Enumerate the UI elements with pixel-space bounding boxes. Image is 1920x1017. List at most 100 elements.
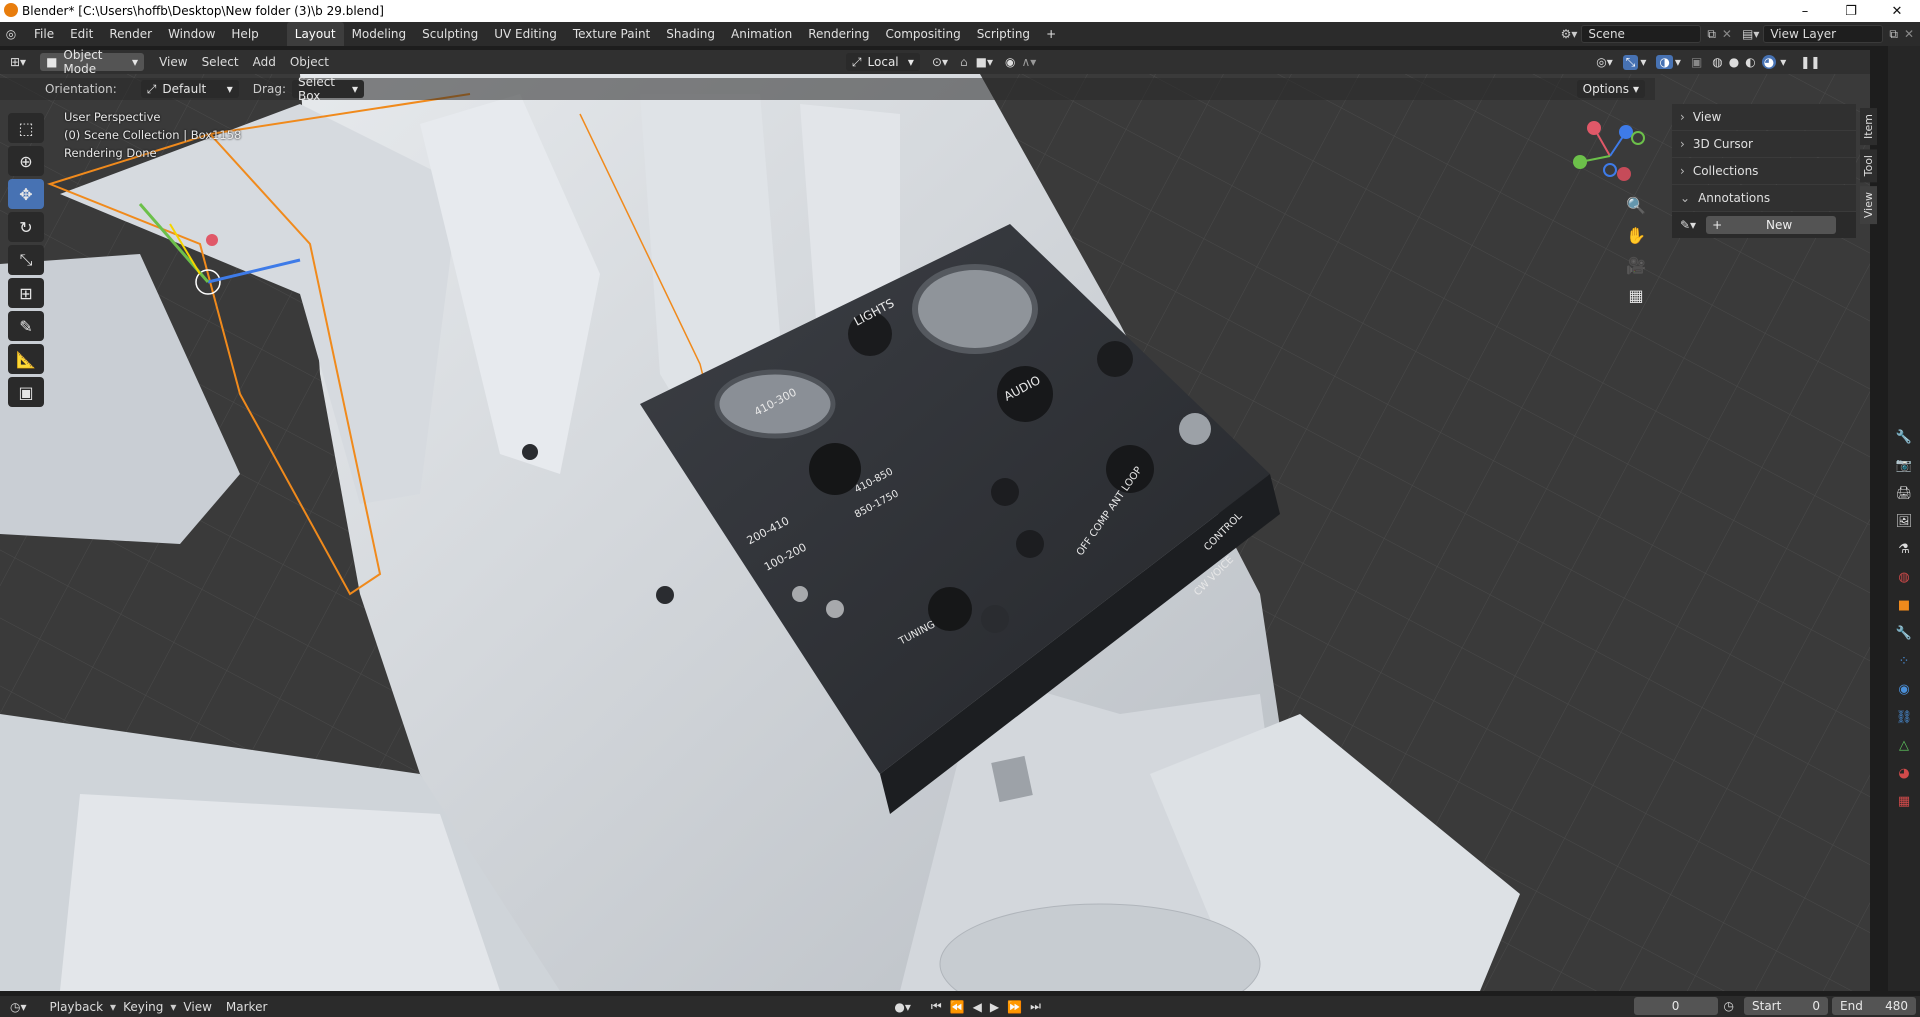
transform-orientation-dropdown[interactable]: ⤢ Local ▾ xyxy=(845,53,920,71)
scale-tool-icon[interactable]: ⤡ xyxy=(8,245,44,275)
view-layer-icon[interactable]: ▤▾ xyxy=(1742,27,1759,41)
menu-object[interactable]: Object xyxy=(283,55,336,69)
add-cube-tool-icon[interactable]: ▣ xyxy=(8,377,44,407)
clock-icon[interactable]: ◷ xyxy=(1724,999,1734,1013)
jump-key-back-icon[interactable]: ⏪ xyxy=(950,1000,965,1014)
solid-shading-icon[interactable]: ● xyxy=(1729,55,1739,69)
menu-timeline-view[interactable]: View xyxy=(176,1000,218,1014)
tab-uv-editing[interactable]: UV Editing xyxy=(486,22,565,46)
menu-help[interactable]: Help xyxy=(223,22,266,46)
data-properties-icon[interactable]: △ xyxy=(1893,734,1915,756)
tab-layout[interactable]: Layout xyxy=(286,22,344,46)
rendered-shading-icon[interactable]: ◕ xyxy=(1761,55,1777,69)
jump-start-icon[interactable]: ⏮ xyxy=(931,999,942,1014)
measure-tool-icon[interactable]: 📐 xyxy=(8,344,44,374)
gizmo-toggle-icon[interactable]: ⤡ xyxy=(1622,54,1639,70)
output-properties-icon[interactable]: 🖨 xyxy=(1893,482,1915,504)
jump-end-icon[interactable]: ⏭ xyxy=(1030,999,1041,1014)
move-tool-icon[interactable]: ✥ xyxy=(8,179,44,209)
world-properties-icon[interactable]: ◍ xyxy=(1893,566,1915,588)
menu-add[interactable]: Add xyxy=(246,55,283,69)
menu-render[interactable]: Render xyxy=(101,22,160,46)
snap-icon[interactable]: ⌂ xyxy=(960,55,968,69)
drag-dropdown[interactable]: Select Box ▾ xyxy=(291,75,364,103)
modifier-properties-icon[interactable]: 🔧 xyxy=(1893,622,1915,644)
menu-marker[interactable]: Marker xyxy=(219,1000,274,1014)
minimize-button[interactable]: – xyxy=(1782,0,1828,22)
menu-edit[interactable]: Edit xyxy=(62,22,101,46)
new-scene-icon[interactable]: ⧉ xyxy=(1707,27,1716,42)
tab-sculpting[interactable]: Sculpting xyxy=(414,22,486,46)
camera-view-icon[interactable]: 🎥 xyxy=(1622,252,1650,278)
tab-compositing[interactable]: Compositing xyxy=(877,22,968,46)
snap-target-icon[interactable]: ■▾ xyxy=(976,55,993,69)
visibility-icon[interactable]: ◎▾ xyxy=(1596,55,1613,69)
menu-select[interactable]: Select xyxy=(195,55,246,69)
panel-view[interactable]: › View xyxy=(1672,104,1856,130)
tool-properties-icon[interactable]: 🔧 xyxy=(1893,426,1915,448)
ortho-grid-icon[interactable]: ▦ xyxy=(1622,282,1650,308)
blender-menu-icon[interactable]: ◎ xyxy=(0,27,22,41)
orientation-dropdown[interactable]: ⤢ Default ▾ xyxy=(140,80,239,98)
viewport-3d[interactable]: LIGHTS AUDIO 410-300 200-410 100-200 410… xyxy=(0,74,1870,991)
play-icon[interactable]: ▶ xyxy=(990,1000,999,1014)
annotate-tool-icon[interactable]: ✎ xyxy=(8,311,44,341)
close-button[interactable]: ✕ xyxy=(1874,0,1920,22)
navigation-gizmo[interactable] xyxy=(1570,116,1660,196)
view-layer-field[interactable]: View Layer xyxy=(1763,25,1884,43)
start-frame-field[interactable]: Start 0 xyxy=(1744,997,1828,1015)
annotation-layer-icon[interactable]: ✎▾ xyxy=(1680,218,1696,232)
menu-keying[interactable]: Keying xyxy=(116,1000,170,1014)
gizmo-z-icon[interactable] xyxy=(1619,125,1633,139)
jump-key-forward-icon[interactable]: ⏩ xyxy=(1007,1000,1022,1014)
new-annotation-button[interactable]: + New xyxy=(1706,216,1837,234)
panel-3d-cursor[interactable]: › 3D Cursor xyxy=(1672,131,1856,157)
tab-scripting[interactable]: Scripting xyxy=(969,22,1038,46)
tab-shading[interactable]: Shading xyxy=(658,22,723,46)
play-reverse-icon[interactable]: ◀ xyxy=(973,1000,982,1014)
tab-texture-paint[interactable]: Texture Paint xyxy=(565,22,658,46)
new-view-layer-icon[interactable]: ⧉ xyxy=(1889,27,1898,42)
wireframe-shading-icon[interactable]: ◍ xyxy=(1712,55,1722,69)
scene-icon[interactable]: ⚙▾ xyxy=(1561,27,1578,41)
render-properties-icon[interactable]: 📷 xyxy=(1893,454,1915,476)
falloff-icon[interactable]: ∧▾ xyxy=(1021,55,1036,69)
gizmo-dropdown-icon[interactable]: ▾ xyxy=(1640,55,1646,69)
constraints-properties-icon[interactable]: ⛓ xyxy=(1893,706,1915,728)
overlay-dropdown-icon[interactable]: ▾ xyxy=(1675,55,1681,69)
material-properties-icon[interactable]: ◕ xyxy=(1893,762,1915,784)
particles-properties-icon[interactable]: ⁘ xyxy=(1893,650,1915,672)
delete-scene-icon[interactable]: ✕ xyxy=(1722,27,1732,41)
end-frame-field[interactable]: End 480 xyxy=(1832,997,1916,1015)
maximize-button[interactable]: ❐ xyxy=(1828,0,1874,22)
panel-collections[interactable]: › Collections xyxy=(1672,158,1856,184)
overlay-toggle-icon[interactable]: ◑ xyxy=(1656,55,1673,69)
scene-field[interactable]: Scene xyxy=(1581,25,1702,43)
cursor-tool-icon[interactable]: ⊕ xyxy=(8,146,44,176)
object-properties-icon[interactable]: ■ xyxy=(1893,594,1915,616)
zoom-icon[interactable]: 🔍 xyxy=(1622,192,1650,218)
record-icon[interactable]: ●▾ xyxy=(894,1000,911,1014)
pan-hand-icon[interactable]: ✋ xyxy=(1622,222,1650,248)
options-dropdown[interactable]: Options ▾ xyxy=(1576,80,1645,98)
pivot-icon[interactable]: ⊙▾ xyxy=(932,55,948,69)
proportional-edit-icon[interactable]: ◉ xyxy=(1005,55,1015,69)
panel-annotations[interactable]: ⌄ Annotations xyxy=(1672,185,1856,211)
delete-view-layer-icon[interactable]: ✕ xyxy=(1904,27,1914,41)
shading-dropdown-icon[interactable]: ▾ xyxy=(1780,55,1786,69)
texture-properties-icon[interactable]: ▦ xyxy=(1893,790,1915,812)
physics-properties-icon[interactable]: ◉ xyxy=(1893,678,1915,700)
scene-properties-icon[interactable]: ⚗ xyxy=(1893,538,1915,560)
material-shading-icon[interactable]: ◐ xyxy=(1745,55,1755,69)
gizmo-y-icon[interactable] xyxy=(1573,155,1587,169)
menu-window[interactable]: Window xyxy=(160,22,223,46)
gizmo-x-icon[interactable] xyxy=(1587,121,1601,135)
tab-modeling[interactable]: Modeling xyxy=(344,22,415,46)
select-box-tool-icon[interactable]: ⬚ xyxy=(8,113,44,143)
tab-item[interactable]: Item xyxy=(1860,108,1877,146)
timeline-editor-icon[interactable]: ◷▾ xyxy=(10,1000,27,1014)
tab-view-sidebar[interactable]: View xyxy=(1860,186,1877,225)
tab-animation[interactable]: Animation xyxy=(723,22,800,46)
menu-playback[interactable]: Playback xyxy=(43,1000,111,1014)
pause-render-icon[interactable]: ❚❚ xyxy=(1800,55,1820,69)
